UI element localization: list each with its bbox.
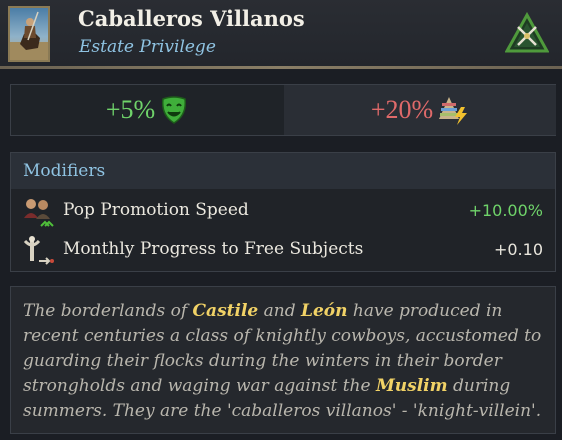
free-subjects-icon	[21, 235, 55, 267]
privilege-title: Caballeros Villanos	[78, 6, 305, 31]
flavor-text: The borderlands of Castile and León have…	[10, 286, 556, 434]
happy-mask-icon	[159, 95, 189, 125]
modifier-row: Pop Promotion Speed +10.00%	[11, 194, 555, 230]
tooltip-header: Caballeros Villanos Estate Privilege	[0, 0, 562, 66]
knight-portrait-icon	[8, 6, 50, 62]
modifier-row: Monthly Progress to Free Subjects +0.10	[11, 233, 555, 269]
modifier-label: Monthly Progress to Free Subjects	[63, 239, 364, 259]
weapons-triangle-icon	[504, 11, 550, 54]
modifier-value: +10.00%	[468, 201, 543, 220]
stat-estate-power-value: +20%	[370, 95, 434, 124]
modifiers-title: Modifiers	[23, 161, 106, 181]
flavor-text-part: The borderlands of	[23, 301, 193, 321]
pyramid-lightning-icon	[437, 95, 469, 125]
modifier-label: Pop Promotion Speed	[63, 200, 249, 220]
highlight-leon: León	[301, 301, 348, 321]
highlight-muslim: Muslim	[375, 376, 448, 396]
flavor-text-part: and	[258, 301, 302, 321]
stat-estate-power: +20%	[284, 85, 556, 135]
header-divider	[0, 66, 562, 69]
stat-happiness-value: +5%	[105, 95, 156, 124]
privilege-type-label: Estate Privilege	[79, 37, 216, 57]
stat-happiness: +5%	[11, 85, 284, 135]
modifier-value: +0.10	[493, 240, 543, 259]
stats-bar: +5% +20%	[10, 84, 556, 136]
modifiers-panel: Modifiers Pop Promotion Speed +10.00% Mo…	[10, 152, 556, 272]
modifiers-header: Modifiers	[11, 153, 555, 189]
highlight-castile: Castile	[192, 301, 259, 321]
pops-promotion-icon	[21, 196, 55, 228]
